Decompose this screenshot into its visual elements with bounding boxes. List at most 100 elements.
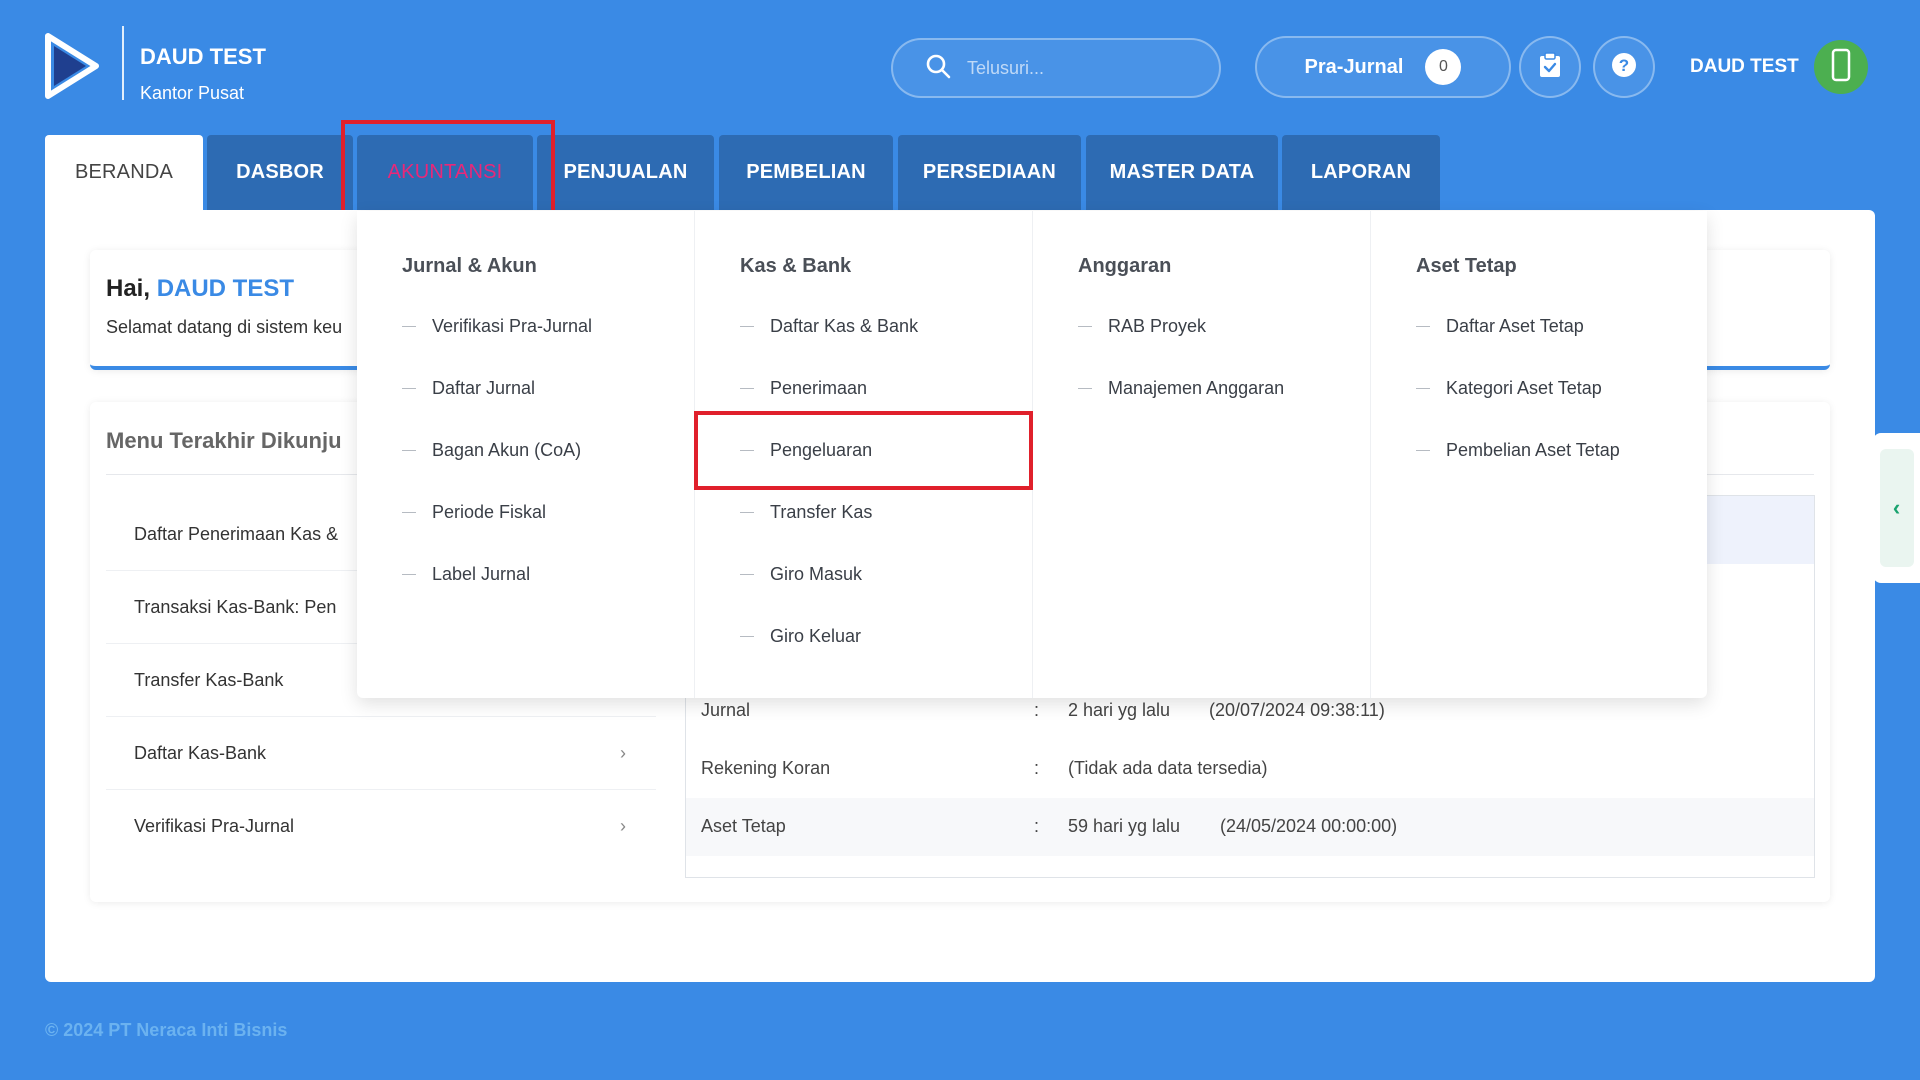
chevron-right-icon: › (620, 816, 626, 836)
chevron-right-icon: › (620, 742, 626, 763)
dash-icon (402, 574, 416, 575)
menu-item-label: Label Jurnal (432, 564, 531, 584)
header-user-name[interactable]: DAUD TEST (1690, 56, 1799, 78)
tab-dasbor[interactable]: DASBOR (207, 135, 353, 210)
recent-item-label: Transfer Kas-Bank (134, 669, 284, 690)
recent-menu-title: Menu Terakhir Dikunju (106, 428, 342, 453)
menu-item-pembelian-aset-tetap[interactable]: Pembelian Aset Tetap (1416, 440, 1620, 461)
menu-item-label: Verifikasi Pra-Jurnal (432, 316, 593, 336)
dash-icon (740, 512, 754, 513)
status-label: Aset Tetap (701, 816, 786, 836)
company-branch: Kantor Pusat (140, 83, 245, 103)
menu-item-verifikasi-pra-jurnal[interactable]: Verifikasi Pra-Jurnal (402, 316, 592, 337)
status-ago: 59 hari yg lalu (1068, 816, 1181, 836)
menu-item-label: Pembelian Aset Tetap (1446, 440, 1620, 460)
menu-item-label-jurnal[interactable]: Label Jurnal (402, 564, 530, 585)
mobile-phone-icon (1831, 48, 1851, 87)
menu-item-transfer-kas[interactable]: Transfer Kas (740, 502, 872, 523)
dash-icon (740, 574, 754, 575)
chevron-left-icon: ‹ (1879, 449, 1914, 567)
greeting-user: DAUD TEST (156, 275, 295, 302)
menu-item-daftar-jurnal[interactable]: Daftar Jurnal (402, 378, 535, 399)
menu-column-aset-tetap: Aset Tetap Daftar Aset Tetap Kategori As… (1370, 211, 1707, 698)
menu-item-daftar-kas-bank[interactable]: Daftar Kas & Bank (740, 316, 918, 337)
tab-persediaan[interactable]: PERSEDIAAN (898, 135, 1081, 210)
menu-column-title: Kas & Bank (740, 255, 852, 277)
menu-item-label: RAB Proyek (1108, 316, 1207, 336)
search-input[interactable] (967, 57, 1187, 79)
menu-item-label: Giro Masuk (770, 564, 863, 584)
search-icon (925, 53, 951, 84)
welcome-subtitle: Selamat datang di sistem keu (106, 317, 343, 337)
prajurnal-button[interactable]: Pra-Jurnal 0 (1255, 36, 1511, 98)
tab-pembelian[interactable]: PEMBELIAN (719, 135, 893, 210)
help-button[interactable]: ? (1593, 36, 1655, 98)
highlight-box-akuntansi (341, 120, 555, 223)
menu-item-periode-fiskal[interactable]: Periode Fiskal (402, 502, 546, 523)
tab-laporan[interactable]: LAPORAN (1282, 135, 1440, 210)
tab-beranda[interactable]: BERANDA (45, 135, 203, 210)
menu-item-label: Bagan Akun (CoA) (432, 440, 582, 460)
menu-item-label: Kategori Aset Tetap (1446, 378, 1602, 398)
menu-item-label: Daftar Aset Tetap (1446, 316, 1584, 336)
recent-item-label: Daftar Kas-Bank (134, 742, 267, 763)
tab-master-data[interactable]: MASTER DATA (1086, 135, 1278, 210)
dash-icon (740, 636, 754, 637)
logo-divider (122, 26, 124, 100)
dash-icon (1416, 388, 1430, 389)
menu-item-kategori-aset-tetap[interactable]: Kategori Aset Tetap (1416, 378, 1602, 399)
recent-item[interactable]: Daftar Kas-Bank › (106, 717, 656, 790)
avatar[interactable] (1814, 40, 1868, 94)
help-icon: ? (1611, 52, 1637, 83)
status-ago: (Tidak ada data tersedia) (1068, 758, 1268, 778)
highlight-box-pengeluaran (694, 411, 1033, 490)
menu-item-label: Daftar Kas & Bank (770, 316, 919, 336)
menu-column-anggaran: Anggaran RAB Proyek Manajemen Anggaran (1032, 211, 1370, 698)
menu-column-title: Anggaran (1078, 255, 1172, 277)
prajurnal-count-badge: 0 (1425, 49, 1462, 85)
status-label: Jurnal (701, 700, 751, 720)
greeting: Hai, DAUD TEST (106, 275, 294, 303)
footer-copyright: © 2024 PT Neraca Inti Bisnis (45, 1020, 288, 1040)
menu-item-label: Penerimaan (770, 378, 868, 398)
company-name: DAUD TEST (140, 44, 266, 69)
tab-penjualan[interactable]: PENJUALAN (537, 135, 714, 210)
recent-item-label: Daftar Penerimaan Kas & (134, 523, 339, 544)
status-separator: : (1034, 700, 1040, 720)
menu-item-label: Giro Keluar (770, 626, 862, 646)
status-datetime: (24/05/2024 00:00:00) (1220, 816, 1398, 836)
side-panel-toggle[interactable]: ‹ (1873, 433, 1920, 583)
menu-item-penerimaan[interactable]: Penerimaan (740, 378, 867, 399)
dash-icon (402, 512, 416, 513)
svg-text:?: ? (1619, 56, 1629, 75)
status-row: Rekening Koran : (Tidak ada data tersedi… (686, 740, 1814, 798)
app-logo[interactable] (44, 32, 100, 100)
menu-item-bagan-akun[interactable]: Bagan Akun (CoA) (402, 440, 581, 461)
greeting-prefix: Hai, (106, 275, 151, 302)
menu-column-jurnal-akun: Jurnal & Akun Verifikasi Pra-Jurnal Daft… (357, 211, 694, 698)
search-bar[interactable] (891, 38, 1221, 98)
prajurnal-label: Pra-Jurnal (1304, 55, 1404, 78)
menu-item-label: Transfer Kas (770, 502, 873, 522)
menu-item-label: Periode Fiskal (432, 502, 547, 522)
recent-item-label: Transaksi Kas-Bank: Pen (134, 596, 337, 617)
menu-column-title: Aset Tetap (1416, 255, 1517, 277)
menu-item-label: Manajemen Anggaran (1108, 378, 1285, 398)
dash-icon (402, 388, 416, 389)
menu-item-label: Daftar Jurnal (432, 378, 536, 398)
status-label: Rekening Koran (701, 758, 831, 778)
menu-item-manajemen-anggaran[interactable]: Manajemen Anggaran (1078, 378, 1284, 399)
status-row: Aset Tetap : 59 hari yg lalu (24/05/2024… (686, 798, 1814, 856)
dash-icon (1078, 388, 1092, 389)
menu-item-giro-keluar[interactable]: Giro Keluar (740, 626, 861, 647)
status-separator: : (1034, 816, 1040, 836)
dash-icon (740, 388, 754, 389)
clipboard-check-button[interactable] (1519, 36, 1581, 98)
recent-item[interactable]: Verifikasi Pra-Jurnal › (106, 790, 656, 863)
menu-item-daftar-aset-tetap[interactable]: Daftar Aset Tetap (1416, 316, 1584, 337)
menu-item-giro-masuk[interactable]: Giro Masuk (740, 564, 862, 585)
menu-item-rab-proyek[interactable]: RAB Proyek (1078, 316, 1206, 337)
status-datetime: (20/07/2024 09:38:11) (1209, 700, 1385, 720)
dash-icon (740, 326, 754, 327)
menu-column-title: Jurnal & Akun (402, 255, 537, 277)
